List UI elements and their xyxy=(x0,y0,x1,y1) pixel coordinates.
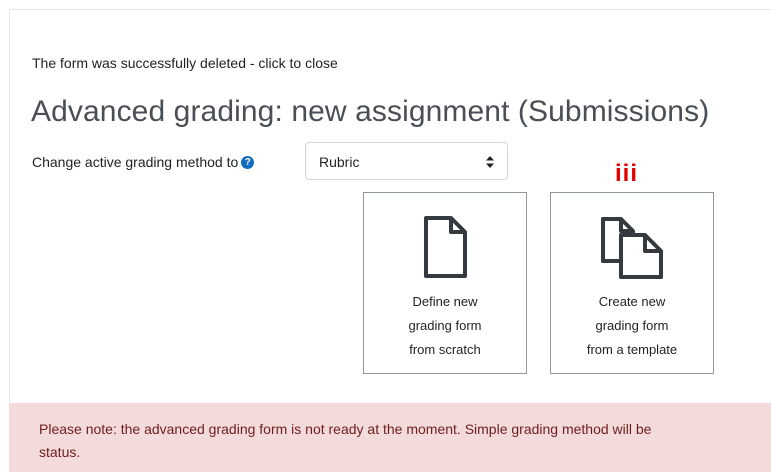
annotation-marker: iii xyxy=(615,160,639,187)
create-from-template-caption: Create new grading form from a template xyxy=(551,290,713,362)
grading-method-selected-value: Rubric xyxy=(319,154,360,170)
document-icon xyxy=(364,215,526,279)
caption-line: grading form xyxy=(595,318,669,333)
not-ready-alert: Please note: the advanced grading form i… xyxy=(9,403,771,472)
grading-method-label: Change active grading method to ? xyxy=(32,154,255,170)
documents-copy-icon xyxy=(551,215,713,281)
success-notice[interactable]: The form was successfully deleted - clic… xyxy=(32,55,338,71)
alert-line: status. xyxy=(39,444,81,460)
caption-line: from scratch xyxy=(409,342,481,357)
select-arrows-icon xyxy=(486,156,494,168)
define-from-scratch-caption: Define new grading form from scratch xyxy=(364,290,526,362)
caption-line: from a template xyxy=(586,342,678,357)
caption-line: Define new xyxy=(412,294,478,309)
alert-text: Please note: the advanced grading form i… xyxy=(39,418,771,464)
grading-method-label-text: Change active grading method to xyxy=(32,154,239,170)
grading-method-select[interactable]: Rubric xyxy=(305,142,508,180)
define-from-scratch-button[interactable]: Define new grading form from scratch xyxy=(363,192,527,374)
page-title: Advanced grading: new assignment (Submis… xyxy=(31,95,710,128)
caption-line: grading form xyxy=(408,318,482,333)
create-from-template-button[interactable]: Create new grading form from a template xyxy=(550,192,714,374)
alert-line: Please note: the advanced grading form i… xyxy=(39,421,652,437)
page: The form was successfully deleted - clic… xyxy=(0,0,771,472)
help-icon[interactable]: ? xyxy=(241,155,255,169)
caption-line: Create new xyxy=(598,294,666,309)
